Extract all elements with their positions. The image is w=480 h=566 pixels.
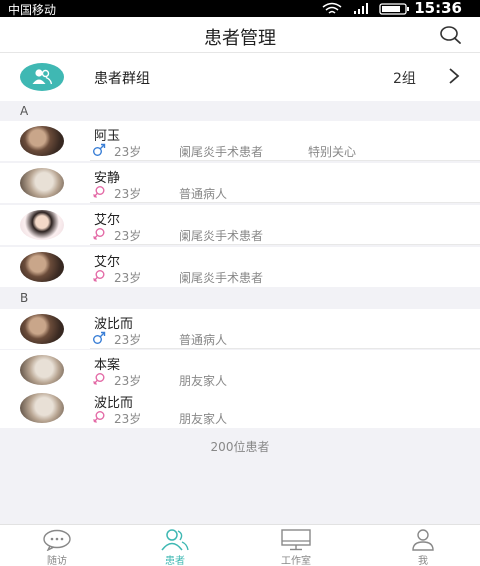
patient-row[interactable]: 安静 23岁 普通病人	[0, 163, 480, 203]
nav-bar: 患者管理	[0, 17, 480, 53]
wifi-icon	[322, 2, 342, 14]
patient-name: 波比而	[94, 317, 134, 332]
patient-meta: 23岁 阑尾炎手术患者	[92, 269, 472, 285]
tab-follow-up[interactable]: 随访	[17, 525, 97, 566]
patients-icon	[161, 529, 189, 551]
user-icon	[412, 529, 434, 551]
patient-meta: 23岁 朋友家人	[92, 410, 472, 426]
tab-label: 工作室	[281, 556, 311, 566]
row-divider	[90, 348, 480, 349]
patient-category: 阑尾炎手术患者	[179, 271, 264, 285]
monitor-icon	[281, 529, 311, 551]
section-header-b: B	[0, 288, 480, 308]
patient-category: 阑尾炎手术患者	[179, 145, 264, 159]
group-icon	[20, 63, 64, 91]
row-divider	[90, 202, 480, 203]
patient-row[interactable]: 本案 23岁 朋友家人	[0, 350, 480, 390]
patient-age: 23岁	[114, 145, 142, 159]
patient-name: 波比而	[94, 396, 134, 411]
patient-age: 23岁	[114, 229, 142, 243]
patient-category: 普通病人	[179, 187, 228, 201]
male-icon	[93, 143, 106, 156]
patient-name: 艾尔	[94, 213, 121, 228]
status-bar: 中国移动 15:36	[0, 0, 480, 17]
patient-row[interactable]: 艾尔 23岁 阑尾炎手术患者	[0, 205, 480, 245]
patient-meta: 23岁 普通病人	[92, 185, 472, 201]
patient-age: 23岁	[114, 271, 142, 285]
tab-me[interactable]: 我	[383, 525, 463, 566]
group-count: 2组	[393, 71, 416, 87]
patient-age: 23岁	[114, 374, 142, 388]
avatar	[20, 126, 64, 156]
patient-category: 朋友家人	[179, 412, 228, 426]
tab-label: 患者	[165, 556, 185, 566]
female-icon	[93, 228, 105, 240]
tab-studio[interactable]: 工作室	[256, 525, 336, 566]
patient-age: 23岁	[114, 333, 142, 347]
section-header-a: A	[0, 101, 480, 121]
female-icon	[93, 411, 105, 423]
tab-patients[interactable]: 患者	[135, 525, 215, 566]
row-divider	[90, 160, 480, 161]
avatar	[20, 355, 64, 385]
avatar	[20, 168, 64, 198]
patient-meta: 23岁 阑尾炎手术患者	[92, 227, 472, 243]
carrier-label: 中国移动	[8, 3, 57, 17]
patient-row[interactable]: 波比而 23岁 朋友家人	[0, 388, 480, 428]
patient-meta: 23岁 朋友家人	[92, 372, 472, 388]
patient-name: 阿玉	[94, 129, 121, 144]
female-icon	[93, 186, 105, 198]
patient-category: 阑尾炎手术患者	[179, 229, 264, 243]
patient-total: 200位患者	[210, 440, 270, 454]
group-label: 患者群组	[94, 71, 150, 87]
chevron-right-icon	[449, 68, 460, 84]
patient-age: 23岁	[114, 187, 142, 201]
female-icon	[93, 373, 105, 385]
search-icon[interactable]	[440, 25, 462, 45]
clock: 15:36	[414, 0, 462, 17]
chat-bubble-icon	[43, 529, 71, 552]
patient-tag: 特别关心	[308, 145, 357, 159]
female-icon	[93, 270, 105, 282]
patient-meta: 23岁 普通病人	[92, 331, 472, 347]
male-icon	[93, 331, 106, 344]
patient-name: 艾尔	[94, 255, 121, 270]
avatar	[20, 393, 64, 423]
patient-age: 23岁	[114, 412, 142, 426]
status-icons	[322, 2, 409, 15]
patient-name: 安静	[94, 171, 121, 186]
patient-category: 朋友家人	[179, 374, 228, 388]
battery-icon	[379, 3, 409, 15]
avatar	[20, 210, 64, 240]
patient-group-row[interactable]: 患者群组 2组	[0, 53, 480, 101]
patient-row[interactable]: 阿玉 23岁 阑尾炎手术患者 特别关心	[0, 121, 480, 161]
row-divider	[90, 244, 480, 245]
patient-name: 本案	[94, 358, 121, 373]
tab-label: 我	[418, 556, 428, 566]
tab-label: 随访	[47, 556, 67, 566]
tab-bar: 随访 患者 工作室 我	[0, 524, 480, 566]
avatar	[20, 314, 64, 344]
patient-row[interactable]: 艾尔 23岁 阑尾炎手术患者	[0, 247, 480, 287]
patient-row[interactable]: 波比而 23岁 普通病人	[0, 309, 480, 349]
signal-icon	[354, 3, 368, 14]
avatar	[20, 252, 64, 282]
patient-meta: 23岁 阑尾炎手术患者 特别关心	[92, 143, 472, 159]
page-title: 患者管理	[204, 28, 276, 49]
patient-category: 普通病人	[179, 333, 228, 347]
